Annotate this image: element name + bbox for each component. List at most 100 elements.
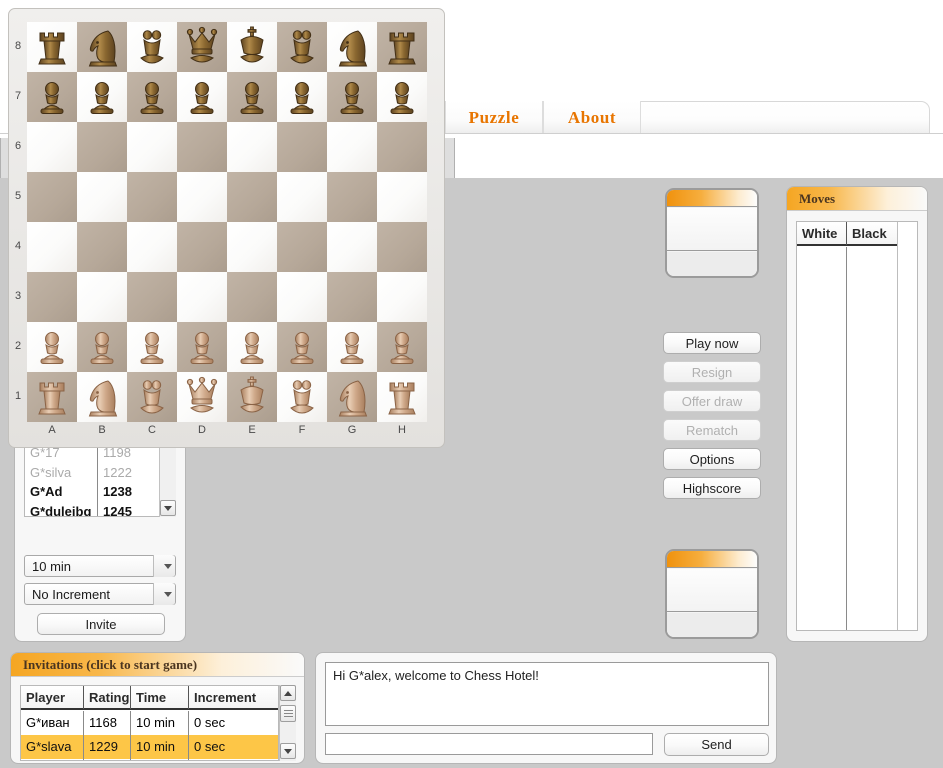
board-square-d2[interactable]: [177, 322, 227, 372]
black-pawn-icon[interactable]: [327, 72, 377, 122]
board-square-g8[interactable]: [327, 22, 377, 72]
invitations-scrollbar[interactable]: [279, 685, 296, 761]
board-square-h6[interactable]: [377, 122, 427, 172]
board-square-b2[interactable]: [77, 322, 127, 372]
board-square-a5[interactable]: [27, 172, 77, 222]
white-pawn-icon[interactable]: [227, 322, 277, 372]
board-square-h4[interactable]: [377, 222, 427, 272]
board-square-h5[interactable]: [377, 172, 427, 222]
board-square-d1[interactable]: [177, 372, 227, 422]
board-square-f7[interactable]: [277, 72, 327, 122]
play-now-button[interactable]: Play now: [663, 332, 761, 354]
black-rook-icon[interactable]: [377, 22, 427, 72]
black-pawn-icon[interactable]: [377, 72, 427, 122]
board-square-d8[interactable]: [177, 22, 227, 72]
black-pawn-icon[interactable]: [127, 72, 177, 122]
board-square-g5[interactable]: [327, 172, 377, 222]
board-square-d6[interactable]: [177, 122, 227, 172]
board-square-e7[interactable]: [227, 72, 277, 122]
board-square-c5[interactable]: [127, 172, 177, 222]
board-square-b8[interactable]: [77, 22, 127, 72]
player-row[interactable]: G*Ad 1238: [25, 482, 175, 502]
board-square-a3[interactable]: [27, 272, 77, 322]
board-squares[interactable]: [27, 22, 427, 422]
board-square-e8[interactable]: [227, 22, 277, 72]
black-knight-icon[interactable]: [77, 22, 127, 72]
board-square-c2[interactable]: [127, 322, 177, 372]
invitations-scroll-up-button[interactable]: [280, 685, 296, 701]
board-square-e6[interactable]: [227, 122, 277, 172]
board-square-e1[interactable]: [227, 372, 277, 422]
white-bishop-icon[interactable]: [127, 372, 177, 422]
board-square-c8[interactable]: [127, 22, 177, 72]
player-row[interactable]: G*dulejbg 1245: [25, 502, 175, 516]
black-knight-icon[interactable]: [327, 22, 377, 72]
black-pawn-icon[interactable]: [27, 72, 77, 122]
black-queen-icon[interactable]: [177, 22, 227, 72]
board-square-h2[interactable]: [377, 322, 427, 372]
board-square-b7[interactable]: [77, 72, 127, 122]
white-pawn-icon[interactable]: [327, 322, 377, 372]
board-square-g7[interactable]: [327, 72, 377, 122]
board-square-g6[interactable]: [327, 122, 377, 172]
board-square-b1[interactable]: [77, 372, 127, 422]
board-square-f5[interactable]: [277, 172, 327, 222]
board-square-e3[interactable]: [227, 272, 277, 322]
invitations-scroll-down-button[interactable]: [280, 743, 296, 759]
board-square-a1[interactable]: [27, 372, 77, 422]
white-rook-icon[interactable]: [377, 372, 427, 422]
players-scroll-down-button[interactable]: [160, 500, 176, 516]
board-square-g1[interactable]: [327, 372, 377, 422]
board-square-g3[interactable]: [327, 272, 377, 322]
white-pawn-icon[interactable]: [77, 322, 127, 372]
player-row[interactable]: G*silva 1222: [25, 463, 175, 483]
board-square-h8[interactable]: [377, 22, 427, 72]
invitations-scroll-thumb[interactable]: [280, 705, 296, 722]
board-square-a6[interactable]: [27, 122, 77, 172]
board-square-e4[interactable]: [227, 222, 277, 272]
board-square-h1[interactable]: [377, 372, 427, 422]
board-square-b6[interactable]: [77, 122, 127, 172]
chat-input[interactable]: [325, 733, 653, 755]
black-rook-icon[interactable]: [27, 22, 77, 72]
board-square-d5[interactable]: [177, 172, 227, 222]
chevron-down-icon[interactable]: [153, 583, 175, 605]
invitation-row[interactable]: G*slava 1229 10 min 0 sec: [21, 735, 278, 759]
board-square-a8[interactable]: [27, 22, 77, 72]
board-square-e5[interactable]: [227, 172, 277, 222]
send-button[interactable]: Send: [664, 733, 769, 756]
white-rook-icon[interactable]: [27, 372, 77, 422]
black-pawn-icon[interactable]: [177, 72, 227, 122]
invite-button[interactable]: Invite: [37, 613, 165, 635]
board-square-f2[interactable]: [277, 322, 327, 372]
board-square-f1[interactable]: [277, 372, 327, 422]
white-pawn-icon[interactable]: [177, 322, 227, 372]
white-pawn-icon[interactable]: [377, 322, 427, 372]
white-pawn-icon[interactable]: [127, 322, 177, 372]
chevron-down-icon[interactable]: [153, 555, 175, 577]
board-square-a7[interactable]: [27, 72, 77, 122]
white-king-icon[interactable]: [227, 372, 277, 422]
board-square-d4[interactable]: [177, 222, 227, 272]
board-square-f3[interactable]: [277, 272, 327, 322]
board-square-a4[interactable]: [27, 222, 77, 272]
board-square-f8[interactable]: [277, 22, 327, 72]
white-knight-icon[interactable]: [77, 372, 127, 422]
black-pawn-icon[interactable]: [77, 72, 127, 122]
board-square-b5[interactable]: [77, 172, 127, 222]
board-square-c4[interactable]: [127, 222, 177, 272]
white-bishop-icon[interactable]: [277, 372, 327, 422]
chess-board[interactable]: 87654321 A B C D E F G H: [8, 8, 445, 448]
black-pawn-icon[interactable]: [277, 72, 327, 122]
nav-tab-about[interactable]: About: [543, 101, 641, 134]
board-square-c7[interactable]: [127, 72, 177, 122]
invitation-row[interactable]: G*иван 1168 10 min 0 sec: [21, 711, 278, 735]
board-square-d7[interactable]: [177, 72, 227, 122]
white-pawn-icon[interactable]: [277, 322, 327, 372]
black-king-icon[interactable]: [227, 22, 277, 72]
board-square-f6[interactable]: [277, 122, 327, 172]
options-button[interactable]: Options: [663, 448, 761, 470]
white-queen-icon[interactable]: [177, 372, 227, 422]
white-knight-icon[interactable]: [327, 372, 377, 422]
board-square-h7[interactable]: [377, 72, 427, 122]
